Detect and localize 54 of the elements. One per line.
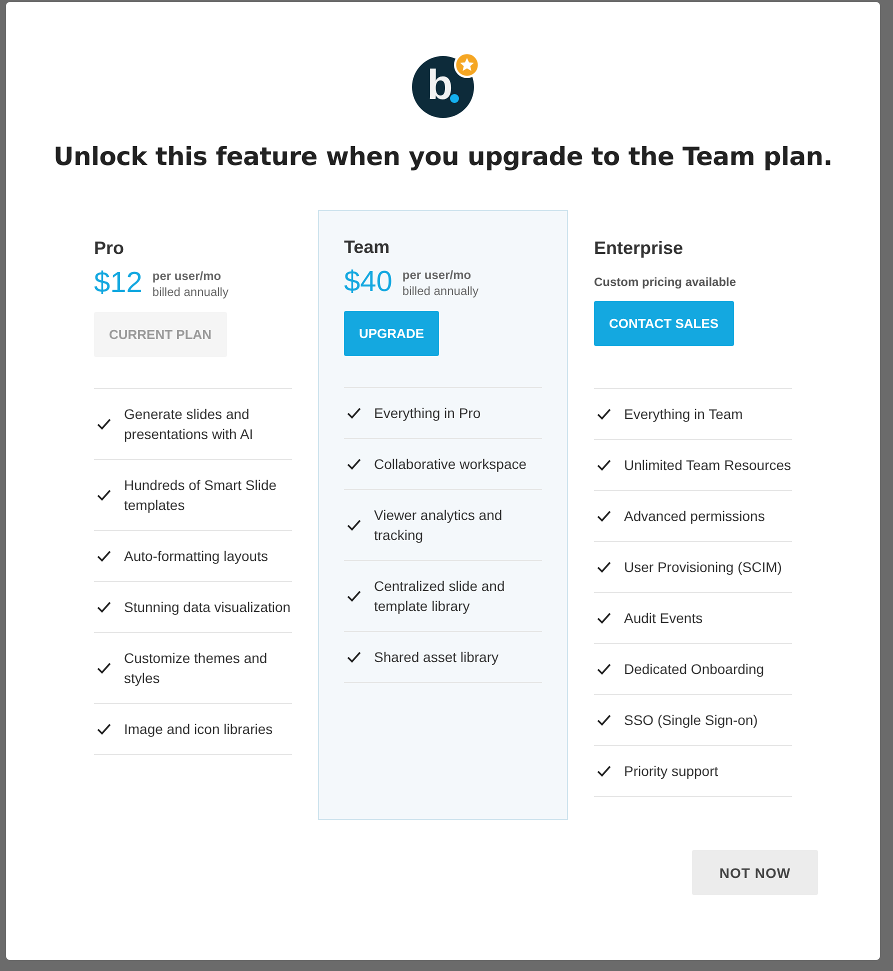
check-icon: [97, 662, 111, 674]
feature-text: Audit Events: [624, 609, 703, 628]
feature-text: Auto-formatting layouts: [124, 547, 268, 566]
check-icon: [597, 612, 611, 624]
price-unit: per user/mo: [402, 266, 472, 282]
feature-text: Centralized slide and template library: [374, 577, 506, 616]
feature-text: User Provisioning (SCIM): [624, 558, 782, 577]
feature-text: Image and icon libraries: [124, 720, 273, 739]
dot-icon: [450, 94, 459, 103]
check-icon: [97, 550, 111, 562]
feature-text: Customize themes and styles: [124, 649, 268, 688]
check-icon: [597, 510, 611, 522]
check-icon: [97, 418, 111, 430]
billing-note: billed annually: [152, 284, 228, 300]
check-icon: [597, 714, 611, 726]
plan-price: $40: [344, 266, 392, 299]
feature-text: Generate slides and presentations with AI: [124, 405, 254, 444]
plan-name: Enterprise: [594, 238, 684, 259]
check-icon: [97, 601, 111, 613]
price-unit: per user/mo: [152, 268, 222, 284]
feature-text: SSO (Single Sign-on): [624, 711, 758, 730]
plan-button[interactable]: CONTACT SALES: [594, 301, 734, 346]
not-now-button[interactable]: NOT NOW: [692, 850, 818, 895]
check-icon: [347, 519, 361, 531]
check-icon: [97, 489, 111, 501]
billing-note: billed annually: [402, 282, 478, 298]
feature-text: Shared asset library: [374, 648, 499, 667]
check-icon: [347, 651, 361, 663]
feature-text: Collaborative workspace: [374, 455, 527, 474]
check-icon: [597, 459, 611, 471]
check-icon: [347, 458, 361, 470]
dialog-title: Unlock this feature when you upgrade to the Team plan.: [54, 142, 832, 171]
feature-text: Dedicated Onboarding: [624, 660, 764, 679]
pricing-note: Custom pricing available: [594, 275, 738, 289]
feature-text: Advanced permissions: [624, 507, 765, 526]
plan-name: Pro: [94, 238, 126, 259]
check-icon: [597, 663, 611, 675]
feature-text: Unlimited Team Resources: [624, 456, 792, 475]
feature-text: Stunning data visualization: [124, 598, 291, 617]
logo-letter: b: [427, 64, 453, 106]
feature-text: Viewer analytics and tracking: [374, 506, 504, 545]
check-icon: [597, 408, 611, 420]
feature-text: Everything in Pro: [374, 404, 481, 423]
plan-name: Team: [344, 237, 391, 258]
check-icon: [597, 561, 611, 573]
feature-text: Hundreds of Smart Slide templates: [124, 476, 278, 515]
feature-text: Everything in Team: [624, 405, 743, 424]
feature-text: Priority support: [624, 762, 718, 781]
plan-button[interactable]: UPGRADE: [344, 311, 440, 356]
plan-price: $12: [94, 267, 142, 300]
check-icon: [97, 723, 111, 735]
check-icon: [347, 590, 361, 602]
check-icon: [347, 407, 361, 419]
check-icon: [597, 765, 611, 777]
